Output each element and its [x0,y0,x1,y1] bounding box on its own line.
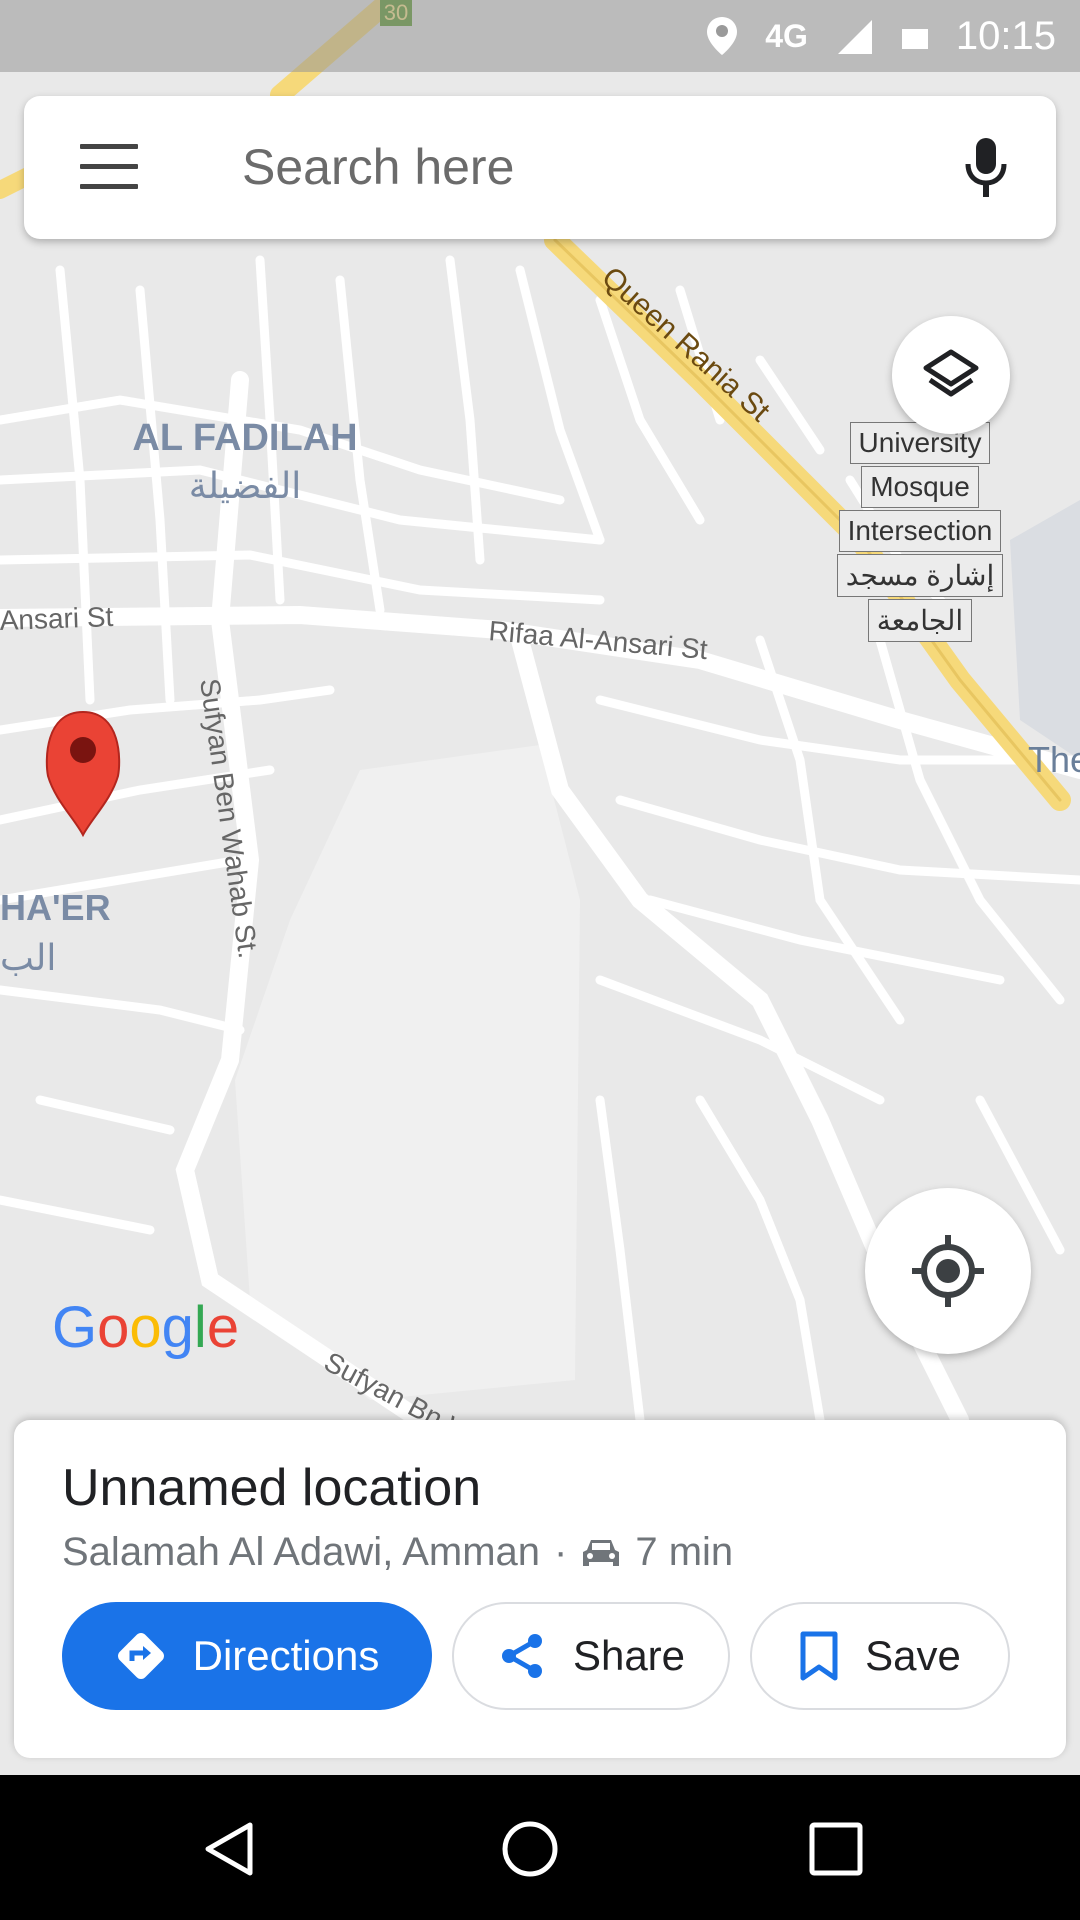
landmark-line-2: Mosque [861,466,979,508]
search-bar[interactable] [24,96,1056,239]
save-label: Save [865,1632,961,1679]
directions-icon [117,1633,164,1679]
share-icon [501,1634,542,1678]
layers-button[interactable] [892,316,1010,434]
place-address: Salamah Al Adawi, Amman [62,1530,541,1574]
save-button[interactable]: Save [750,1602,1010,1710]
directions-button[interactable]: Directions [62,1602,432,1710]
share-button[interactable]: Share [452,1602,730,1710]
my-location-button[interactable] [865,1188,1031,1354]
network-type: 4G [765,17,808,54]
neighborhood-label-haer-ar: الب [0,938,56,979]
car-icon [583,1539,620,1566]
directions-label: Directions [192,1632,380,1679]
landmark-line-3: Intersection [838,510,1002,552]
share-label: Share [572,1632,686,1679]
neighborhood-label-al-fadilah-ar: الفضيلة [189,466,301,507]
battery-icon [901,29,928,49]
place-label-the: The [1028,739,1080,780]
landmark-line-4: إشارة مسجد [836,554,1004,597]
travel-time: 7 min [635,1530,734,1574]
status-bar: 4G 10:15 [0,0,1080,72]
search-input[interactable] [240,136,944,198]
neighborhood-label-haer: HA'ER [0,887,111,928]
back-icon[interactable] [200,1819,260,1879]
landmark-label-university-mosque[interactable]: University Mosque Intersection إشارة مسج… [836,422,1004,644]
street-label-ansari: Ansari St [0,601,114,636]
separator-dot: · [554,1530,568,1574]
google-logo: Google [52,1295,239,1360]
place-title: Unnamed location [62,1459,482,1517]
home-icon[interactable] [500,1819,560,1879]
place-subtitle: Salamah Al Adawi, Amman · 7 min [62,1530,733,1575]
layers-icon [923,349,979,397]
clock: 10:15 [955,13,1056,58]
microphone-icon[interactable] [960,136,1012,200]
landmark-line-5: الجامعة [867,599,973,642]
place-card[interactable]: Unnamed location Salamah Al Adawi, Amman… [14,1420,1066,1758]
recents-icon[interactable] [806,1819,866,1879]
bookmark-icon [800,1631,838,1681]
location-status-icon [707,17,738,55]
signal-icon [837,20,872,54]
menu-icon[interactable] [80,144,138,192]
crosshair-icon [912,1235,984,1307]
neighborhood-label-al-fadilah: AL FADILAH [132,417,357,459]
system-nav-bar [0,1775,1080,1920]
